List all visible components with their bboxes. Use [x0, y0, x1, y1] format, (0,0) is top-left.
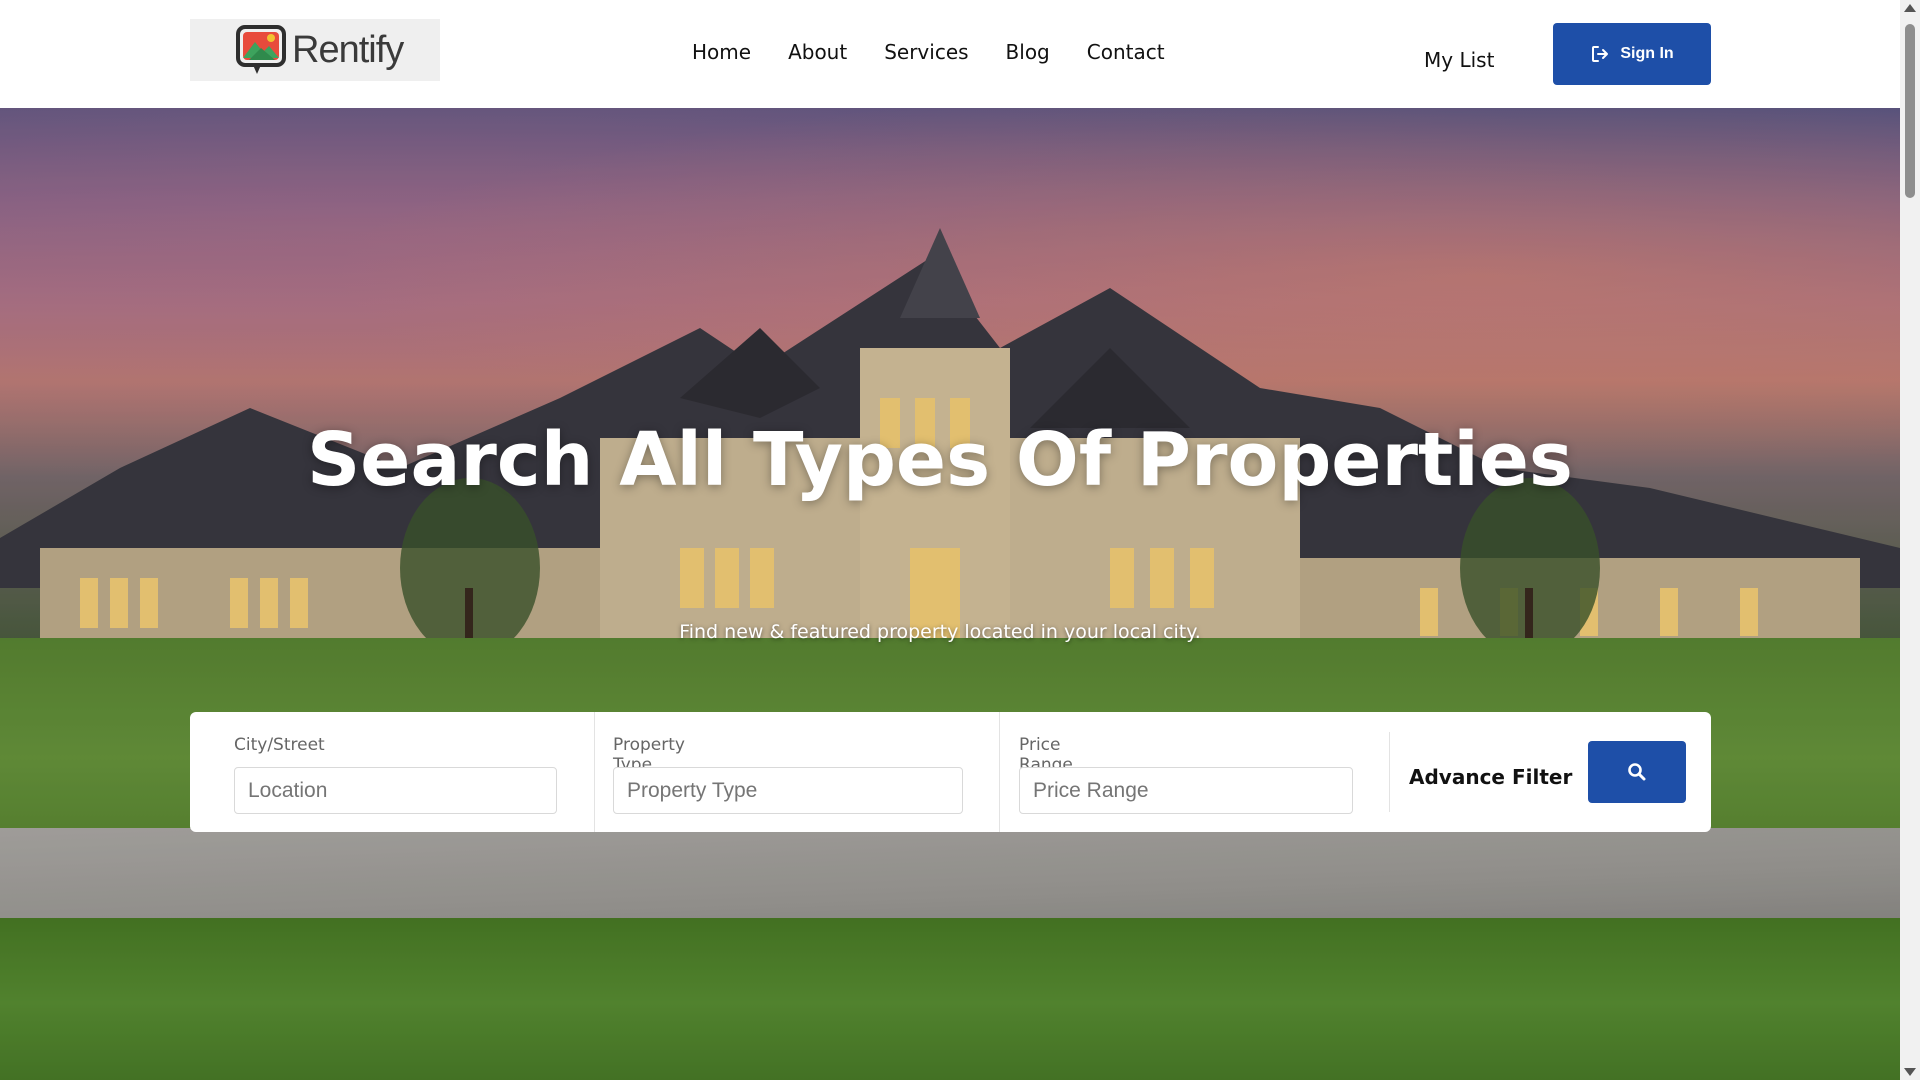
sign-in-button[interactable]: Sign In	[1553, 23, 1711, 85]
main-nav: Home About Services Blog Contact	[692, 40, 1202, 64]
hero-subtitle: Find new & featured property located in …	[679, 621, 1201, 643]
logo-text: Rentify	[292, 29, 404, 71]
price-range-input[interactable]	[1019, 767, 1353, 814]
location-input[interactable]	[234, 767, 557, 814]
logo-icon	[236, 25, 286, 74]
field-divider	[594, 712, 595, 832]
property-search-panel: City/Street Property Type Price Range Ad…	[190, 712, 1711, 832]
sign-in-label: Sign In	[1620, 45, 1674, 62]
search-icon	[1628, 763, 1646, 781]
hero-section: Search All Types Of Properties Find new …	[0, 108, 1900, 1080]
nav-about[interactable]: About	[788, 40, 847, 64]
city-label: City/Street	[234, 735, 325, 755]
scroll-thumb[interactable]	[1905, 24, 1915, 198]
scroll-up-arrow[interactable]	[1904, 4, 1916, 12]
page-scrollbar[interactable]	[1900, 0, 1920, 1080]
nav-services[interactable]: Services	[884, 40, 968, 64]
nav-blog[interactable]: Blog	[1006, 40, 1050, 64]
my-list-link[interactable]: My List	[1424, 48, 1494, 72]
field-divider	[1389, 732, 1390, 812]
site-header: Rentify Home About Services Blog Contact…	[0, 0, 1900, 108]
hero-title: Search All Types Of Properties	[307, 417, 1573, 503]
logo[interactable]: Rentify	[190, 19, 440, 81]
property-type-input[interactable]	[613, 767, 963, 814]
scroll-down-arrow[interactable]	[1904, 1068, 1916, 1076]
nav-contact[interactable]: Contact	[1087, 40, 1165, 64]
search-button[interactable]	[1588, 741, 1686, 803]
nav-home[interactable]: Home	[692, 40, 751, 64]
sign-in-icon	[1592, 46, 1609, 62]
field-divider	[999, 712, 1000, 832]
advance-filter-link[interactable]: Advance Filter	[1409, 765, 1572, 789]
hero-overlay	[0, 108, 1900, 1080]
